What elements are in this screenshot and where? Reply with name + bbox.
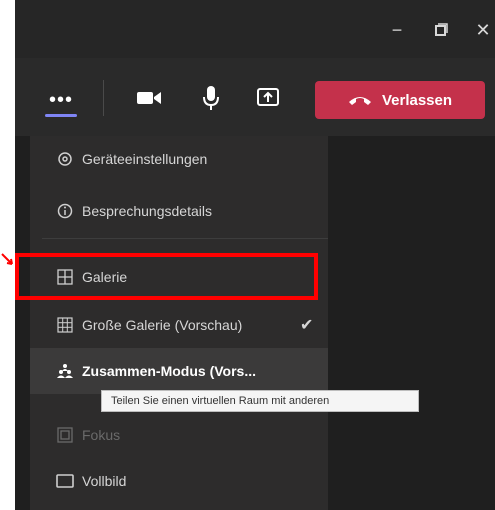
checkmark-icon: ✔: [300, 317, 314, 334]
annotation-highlight-box: [15, 253, 318, 300]
outer-background: [0, 58, 15, 510]
restore-icon[interactable]: [429, 18, 453, 42]
menu-item-label: Fokus: [82, 427, 121, 443]
close-icon[interactable]: ✕: [471, 18, 495, 42]
minimize-icon[interactable]: −: [385, 18, 409, 42]
menu-divider: [42, 238, 328, 239]
menu-item-together-mode[interactable]: Zusammen-Modus (Vors...: [30, 348, 328, 394]
tooltip: Teilen Sie einen virtuellen Raum mit and…: [101, 390, 419, 412]
menu-item-fullscreen[interactable]: Vollbild: [30, 458, 328, 504]
large-gallery-icon: [56, 316, 74, 334]
title-bar: − ✕: [15, 0, 495, 58]
leave-button[interactable]: Verlassen: [315, 81, 485, 119]
fullscreen-icon: [56, 472, 74, 490]
menu-item-device-settings[interactable]: Geräteeinstellungen: [30, 136, 328, 182]
toolbar-divider: [103, 80, 104, 116]
menu-item-large-gallery[interactable]: Große Galerie (Vorschau) ✔: [30, 302, 328, 348]
menu-item-focus: Fokus: [30, 412, 328, 458]
menu-item-label: Geräteeinstellungen: [82, 151, 208, 167]
together-mode-icon: [56, 362, 74, 380]
more-actions-menu: Geräteeinstellungen Besprechungsdetails: [30, 136, 328, 510]
active-indicator: [45, 114, 77, 117]
hang-up-icon: [348, 97, 371, 105]
menu-item-meeting-details[interactable]: Besprechungsdetails: [30, 188, 328, 234]
meeting-toolbar: ••• Verlassen: [15, 58, 495, 136]
share-screen-icon[interactable]: [252, 82, 284, 114]
tooltip-text: Teilen Sie einen virtuellen Raum mit and…: [111, 395, 330, 407]
camera-icon[interactable]: [133, 82, 165, 114]
menu-item-label: Besprechungsdetails: [82, 203, 212, 219]
menu-item-label: Zusammen-Modus (Vors...: [82, 363, 256, 379]
annotation-arrow-icon: [1, 253, 13, 265]
restore-icon-svg: [435, 23, 448, 36]
menu-item-label: Große Galerie (Vorschau): [82, 317, 243, 333]
menu-item-label: Vollbild: [82, 473, 127, 489]
info-icon: [56, 202, 74, 220]
focus-icon: [56, 426, 74, 444]
gear-icon: [56, 150, 74, 168]
leave-label: Verlassen: [381, 91, 453, 109]
microphone-icon[interactable]: [195, 82, 227, 114]
